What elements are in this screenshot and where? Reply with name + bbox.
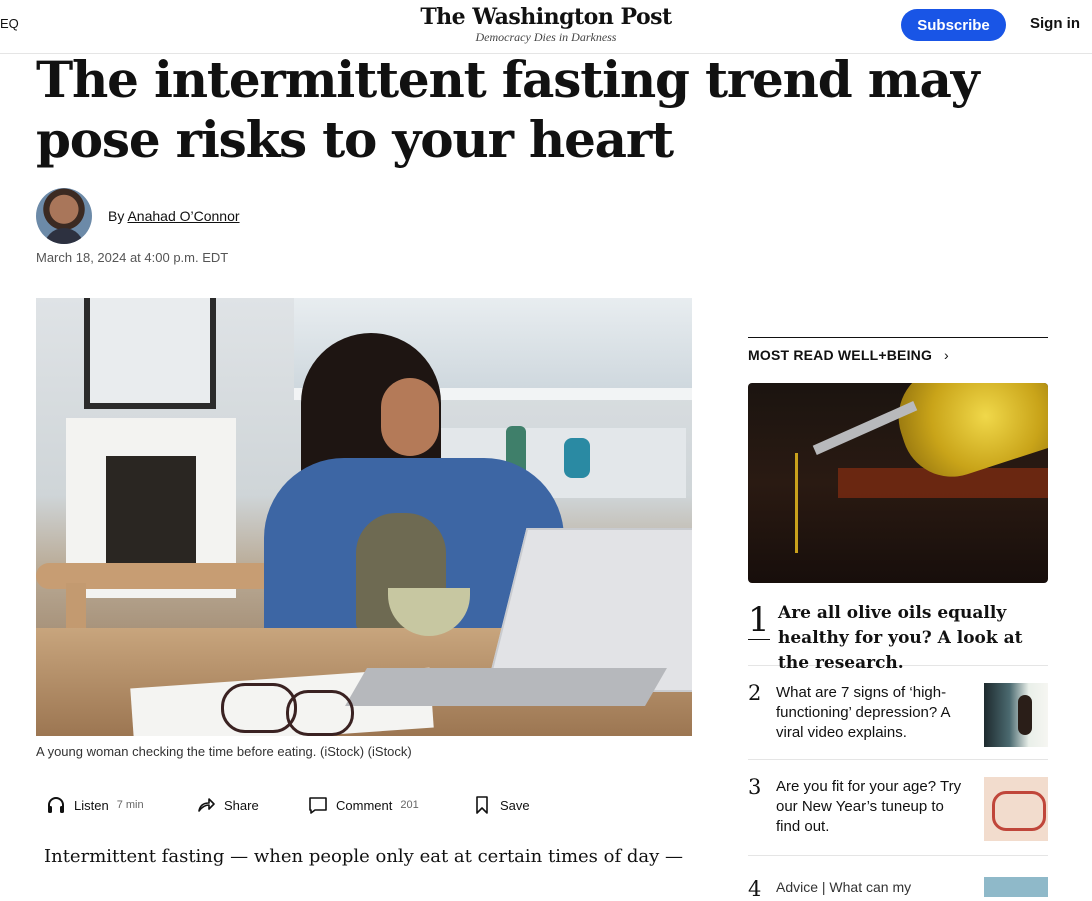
most-read-item[interactable]: 2 What are 7 signs of ‘high-functioning’… bbox=[748, 667, 1048, 760]
olive-oil-image[interactable] bbox=[748, 383, 1048, 583]
laptop-base-shape bbox=[345, 668, 667, 706]
share-icon bbox=[196, 795, 216, 815]
most-read-item[interactable]: 1 Are all olive oils equally healthy for… bbox=[748, 599, 1048, 673]
vase-shape bbox=[564, 438, 590, 478]
item-number: 3 bbox=[748, 775, 762, 799]
listen-button[interactable]: Listen 7 min bbox=[46, 790, 144, 820]
article-body: Intermittent fasting — when people only … bbox=[44, 846, 684, 867]
item-title[interactable]: Advice | What can my bbox=[776, 877, 966, 897]
item-title[interactable]: Are you fit for your age? Try our New Ye… bbox=[776, 777, 966, 837]
save-button[interactable]: Save bbox=[472, 790, 530, 820]
subscribe-button[interactable]: Subscribe bbox=[901, 9, 1006, 41]
comment-button[interactable]: Comment 201 bbox=[308, 790, 419, 820]
byline: By Anahad O’Connor bbox=[108, 208, 240, 224]
sidebar-rule bbox=[748, 337, 1048, 338]
item-number: 1 bbox=[748, 600, 770, 640]
chevron-right-icon[interactable]: › bbox=[944, 347, 949, 363]
article-headline: The intermittent fasting trend may pose … bbox=[36, 50, 980, 169]
listen-label: Listen bbox=[74, 797, 109, 813]
item-number: 2 bbox=[748, 681, 762, 705]
most-read-sidebar: MOST READ WELL+BEING › 1 Are all olive o… bbox=[748, 337, 1048, 901]
thumbnail-figure bbox=[1018, 695, 1032, 735]
headphones-icon bbox=[46, 795, 66, 815]
comment-icon bbox=[308, 795, 328, 815]
share-button[interactable]: Share bbox=[196, 790, 259, 820]
save-label: Save bbox=[500, 797, 530, 813]
most-read-title[interactable]: MOST READ WELL+BEING bbox=[748, 347, 932, 363]
mirror-shape bbox=[84, 298, 216, 409]
byline-prefix: By bbox=[108, 208, 125, 224]
listen-duration: 7 min bbox=[116, 799, 144, 811]
comment-count: 201 bbox=[400, 799, 419, 811]
item-thumbnail[interactable] bbox=[984, 683, 1048, 747]
fireplace-opening bbox=[106, 456, 196, 566]
item-title[interactable]: Are all olive oils equally healthy for y… bbox=[778, 601, 1048, 676]
comment-label: Comment bbox=[336, 797, 393, 813]
sign-in-link[interactable]: Sign in bbox=[1030, 15, 1080, 32]
publish-date: March 18, 2024 at 4:00 p.m. EDT bbox=[36, 250, 229, 265]
bookmark-icon bbox=[472, 795, 492, 815]
top-bar: EQ The Washington Post Democracy Dies in… bbox=[0, 0, 1092, 54]
thumbnail-illustration bbox=[992, 791, 1046, 831]
share-label: Share bbox=[224, 797, 259, 813]
most-read-item[interactable]: 4 Advice | What can my bbox=[748, 857, 1048, 901]
face-shape bbox=[381, 378, 439, 456]
avatar-shirt bbox=[44, 228, 84, 244]
author-avatar[interactable] bbox=[36, 188, 92, 244]
drip-shape bbox=[795, 453, 798, 553]
item-thumbnail[interactable] bbox=[984, 877, 1048, 897]
item-thumbnail[interactable] bbox=[984, 777, 1048, 841]
item-number: 4 bbox=[748, 877, 762, 901]
most-read-item[interactable]: 3 Are you fit for your age? Try our New … bbox=[748, 761, 1048, 856]
glasses-shape bbox=[286, 690, 354, 736]
author-link[interactable]: Anahad O’Connor bbox=[127, 208, 239, 224]
hero-image bbox=[36, 298, 692, 736]
image-caption: A young woman checking the time before e… bbox=[36, 744, 412, 759]
article-actions: Listen 7 min Share Comment 201 Save bbox=[36, 790, 692, 820]
item-title[interactable]: What are 7 signs of ‘high-functioning’ d… bbox=[776, 683, 966, 743]
